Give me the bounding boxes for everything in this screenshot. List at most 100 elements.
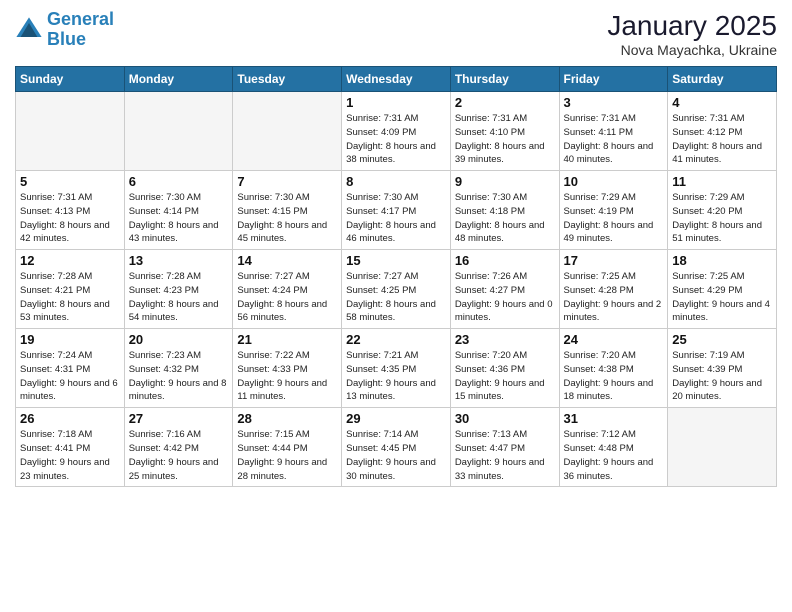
weekday-header-row: Sunday Monday Tuesday Wednesday Thursday… bbox=[16, 67, 777, 92]
calendar-cell-w3-d5: 16 Sunrise: 7:26 AMSunset: 4:27 PMDayligh… bbox=[450, 250, 559, 329]
day-number: 8 bbox=[346, 174, 446, 189]
calendar-cell-w2-d4: 8Sunrise: 7:30 AMSunset: 4:17 PMDaylight… bbox=[342, 171, 451, 250]
day-info: Sunrise: 7:21 AMSunset: 4:35 PMDaylight:… bbox=[346, 349, 446, 404]
day-info: Sunrise: 7:31 AMSunset: 4:12 PMDaylight:… bbox=[672, 112, 772, 167]
month-title: January 2025 bbox=[607, 10, 777, 42]
header-sunday: Sunday bbox=[16, 67, 125, 92]
day-number: 26 bbox=[20, 411, 120, 426]
day-info: Sunrise: 7:29 AMSunset: 4:19 PMDaylight:… bbox=[564, 191, 664, 246]
day-info: Sunrise: 7:27 AMSunset: 4:25 PMDaylight:… bbox=[346, 270, 446, 325]
calendar-cell-w1-d1 bbox=[16, 92, 125, 171]
header-tuesday: Tuesday bbox=[233, 67, 342, 92]
calendar-cell-w4-d3: 21 Sunrise: 7:22 AMSunset: 4:33 PMDayligh… bbox=[233, 329, 342, 408]
day-info: Sunrise: 7:15 AMSunset: 4:44 PMDaylight:… bbox=[237, 428, 337, 483]
calendar-cell-w3-d2: 13Sunrise: 7:28 AMSunset: 4:23 PMDayligh… bbox=[124, 250, 233, 329]
day-info: Sunrise: 7:13 AMSunset: 4:47 PMDaylight:… bbox=[455, 428, 555, 483]
day-number: 3 bbox=[564, 95, 664, 110]
day-info: Sunrise: 7:12 AMSunset: 4:48 PMDaylight:… bbox=[564, 428, 664, 483]
day-info: Sunrise: 7:26 AMSunset: 4:27 PMDaylight:… bbox=[455, 270, 555, 325]
logo-icon bbox=[15, 16, 43, 44]
calendar-cell-w4-d2: 20Sunrise: 7:23 AMSunset: 4:32 PMDayligh… bbox=[124, 329, 233, 408]
calendar-cell-w3-d7: 18 Sunrise: 7:25 AMSunset: 4:29 PMDayligh… bbox=[668, 250, 777, 329]
day-info: Sunrise: 7:16 AMSunset: 4:42 PMDaylight:… bbox=[129, 428, 229, 483]
day-number: 16 bbox=[455, 253, 555, 268]
day-info: Sunrise: 7:20 AMSunset: 4:36 PMDaylight:… bbox=[455, 349, 555, 404]
day-number: 7 bbox=[237, 174, 337, 189]
calendar-cell-w5-d3: 28 Sunrise: 7:15 AMSunset: 4:44 PMDayligh… bbox=[233, 408, 342, 487]
calendar-cell-w1-d2 bbox=[124, 92, 233, 171]
day-info: Sunrise: 7:31 AMSunset: 4:11 PMDaylight:… bbox=[564, 112, 664, 167]
day-number: 6 bbox=[129, 174, 229, 189]
logo: General Blue bbox=[15, 10, 114, 50]
week-row-4: 19 Sunrise: 7:24 AMSunset: 4:31 PMDayligh… bbox=[16, 329, 777, 408]
day-number: 4 bbox=[672, 95, 772, 110]
calendar-cell-w2-d5: 9Sunrise: 7:30 AMSunset: 4:18 PMDaylight… bbox=[450, 171, 559, 250]
day-number: 13 bbox=[129, 253, 229, 268]
day-number: 24 bbox=[564, 332, 664, 347]
calendar-cell-w5-d5: 30 Sunrise: 7:13 AMSunset: 4:47 PMDayligh… bbox=[450, 408, 559, 487]
page-container: General Blue January 2025 Nova Mayachka,… bbox=[0, 0, 792, 612]
day-number: 18 bbox=[672, 253, 772, 268]
calendar-cell-w2-d3: 7 Sunrise: 7:30 AMSunset: 4:15 PMDaylight… bbox=[233, 171, 342, 250]
day-info: Sunrise: 7:19 AMSunset: 4:39 PMDaylight:… bbox=[672, 349, 772, 404]
logo-text: General Blue bbox=[47, 10, 114, 50]
calendar-cell-w4-d1: 19 Sunrise: 7:24 AMSunset: 4:31 PMDayligh… bbox=[16, 329, 125, 408]
calendar-table: Sunday Monday Tuesday Wednesday Thursday… bbox=[15, 66, 777, 487]
day-number: 30 bbox=[455, 411, 555, 426]
day-number: 25 bbox=[672, 332, 772, 347]
day-info: Sunrise: 7:22 AMSunset: 4:33 PMDaylight:… bbox=[237, 349, 337, 404]
calendar-cell-w3-d4: 15 Sunrise: 7:27 AMSunset: 4:25 PMDayligh… bbox=[342, 250, 451, 329]
day-info: Sunrise: 7:30 AMSunset: 4:15 PMDaylight:… bbox=[237, 191, 337, 246]
calendar-cell-w5-d2: 27 Sunrise: 7:16 AMSunset: 4:42 PMDayligh… bbox=[124, 408, 233, 487]
calendar-cell-w5-d6: 31 Sunrise: 7:12 AMSunset: 4:48 PMDayligh… bbox=[559, 408, 668, 487]
day-number: 23 bbox=[455, 332, 555, 347]
day-number: 5 bbox=[20, 174, 120, 189]
week-row-1: 1 Sunrise: 7:31 AMSunset: 4:09 PMDaylight… bbox=[16, 92, 777, 171]
day-number: 19 bbox=[20, 332, 120, 347]
header-friday: Friday bbox=[559, 67, 668, 92]
calendar-cell-w2-d2: 6Sunrise: 7:30 AMSunset: 4:14 PMDaylight… bbox=[124, 171, 233, 250]
day-number: 28 bbox=[237, 411, 337, 426]
calendar-cell-w2-d7: 11Sunrise: 7:29 AMSunset: 4:20 PMDayligh… bbox=[668, 171, 777, 250]
calendar-cell-w4-d4: 22Sunrise: 7:21 AMSunset: 4:35 PMDayligh… bbox=[342, 329, 451, 408]
logo-line1: General bbox=[47, 9, 114, 29]
day-number: 21 bbox=[237, 332, 337, 347]
day-info: Sunrise: 7:31 AMSunset: 4:09 PMDaylight:… bbox=[346, 112, 446, 167]
day-info: Sunrise: 7:31 AMSunset: 4:10 PMDaylight:… bbox=[455, 112, 555, 167]
day-number: 15 bbox=[346, 253, 446, 268]
day-number: 29 bbox=[346, 411, 446, 426]
header-saturday: Saturday bbox=[668, 67, 777, 92]
calendar-cell-w1-d7: 4 Sunrise: 7:31 AMSunset: 4:12 PMDaylight… bbox=[668, 92, 777, 171]
day-number: 12 bbox=[20, 253, 120, 268]
header: General Blue January 2025 Nova Mayachka,… bbox=[15, 10, 777, 58]
day-info: Sunrise: 7:20 AMSunset: 4:38 PMDaylight:… bbox=[564, 349, 664, 404]
day-number: 14 bbox=[237, 253, 337, 268]
day-number: 31 bbox=[564, 411, 664, 426]
calendar-cell-w2-d1: 5Sunrise: 7:31 AMSunset: 4:13 PMDaylight… bbox=[16, 171, 125, 250]
calendar-cell-w1-d4: 1 Sunrise: 7:31 AMSunset: 4:09 PMDaylight… bbox=[342, 92, 451, 171]
day-number: 10 bbox=[564, 174, 664, 189]
calendar-cell-w2-d6: 10 Sunrise: 7:29 AMSunset: 4:19 PMDayligh… bbox=[559, 171, 668, 250]
day-info: Sunrise: 7:25 AMSunset: 4:29 PMDaylight:… bbox=[672, 270, 772, 325]
header-monday: Monday bbox=[124, 67, 233, 92]
day-info: Sunrise: 7:14 AMSunset: 4:45 PMDaylight:… bbox=[346, 428, 446, 483]
week-row-2: 5Sunrise: 7:31 AMSunset: 4:13 PMDaylight… bbox=[16, 171, 777, 250]
day-number: 27 bbox=[129, 411, 229, 426]
header-wednesday: Wednesday bbox=[342, 67, 451, 92]
calendar-cell-w1-d3 bbox=[233, 92, 342, 171]
calendar-cell-w4-d6: 24 Sunrise: 7:20 AMSunset: 4:38 PMDayligh… bbox=[559, 329, 668, 408]
calendar-cell-w4-d7: 25 Sunrise: 7:19 AMSunset: 4:39 PMDayligh… bbox=[668, 329, 777, 408]
day-info: Sunrise: 7:28 AMSunset: 4:21 PMDaylight:… bbox=[20, 270, 120, 325]
logo-line2: Blue bbox=[47, 29, 86, 49]
day-number: 17 bbox=[564, 253, 664, 268]
day-number: 9 bbox=[455, 174, 555, 189]
day-info: Sunrise: 7:25 AMSunset: 4:28 PMDaylight:… bbox=[564, 270, 664, 325]
location-subtitle: Nova Mayachka, Ukraine bbox=[607, 42, 777, 58]
day-info: Sunrise: 7:24 AMSunset: 4:31 PMDaylight:… bbox=[20, 349, 120, 404]
week-row-3: 12 Sunrise: 7:28 AMSunset: 4:21 PMDayligh… bbox=[16, 250, 777, 329]
calendar-cell-w3-d6: 17 Sunrise: 7:25 AMSunset: 4:28 PMDayligh… bbox=[559, 250, 668, 329]
day-number: 1 bbox=[346, 95, 446, 110]
calendar-cell-w3-d1: 12 Sunrise: 7:28 AMSunset: 4:21 PMDayligh… bbox=[16, 250, 125, 329]
calendar-cell-w3-d3: 14Sunrise: 7:27 AMSunset: 4:24 PMDayligh… bbox=[233, 250, 342, 329]
calendar-cell-w5-d4: 29 Sunrise: 7:14 AMSunset: 4:45 PMDayligh… bbox=[342, 408, 451, 487]
